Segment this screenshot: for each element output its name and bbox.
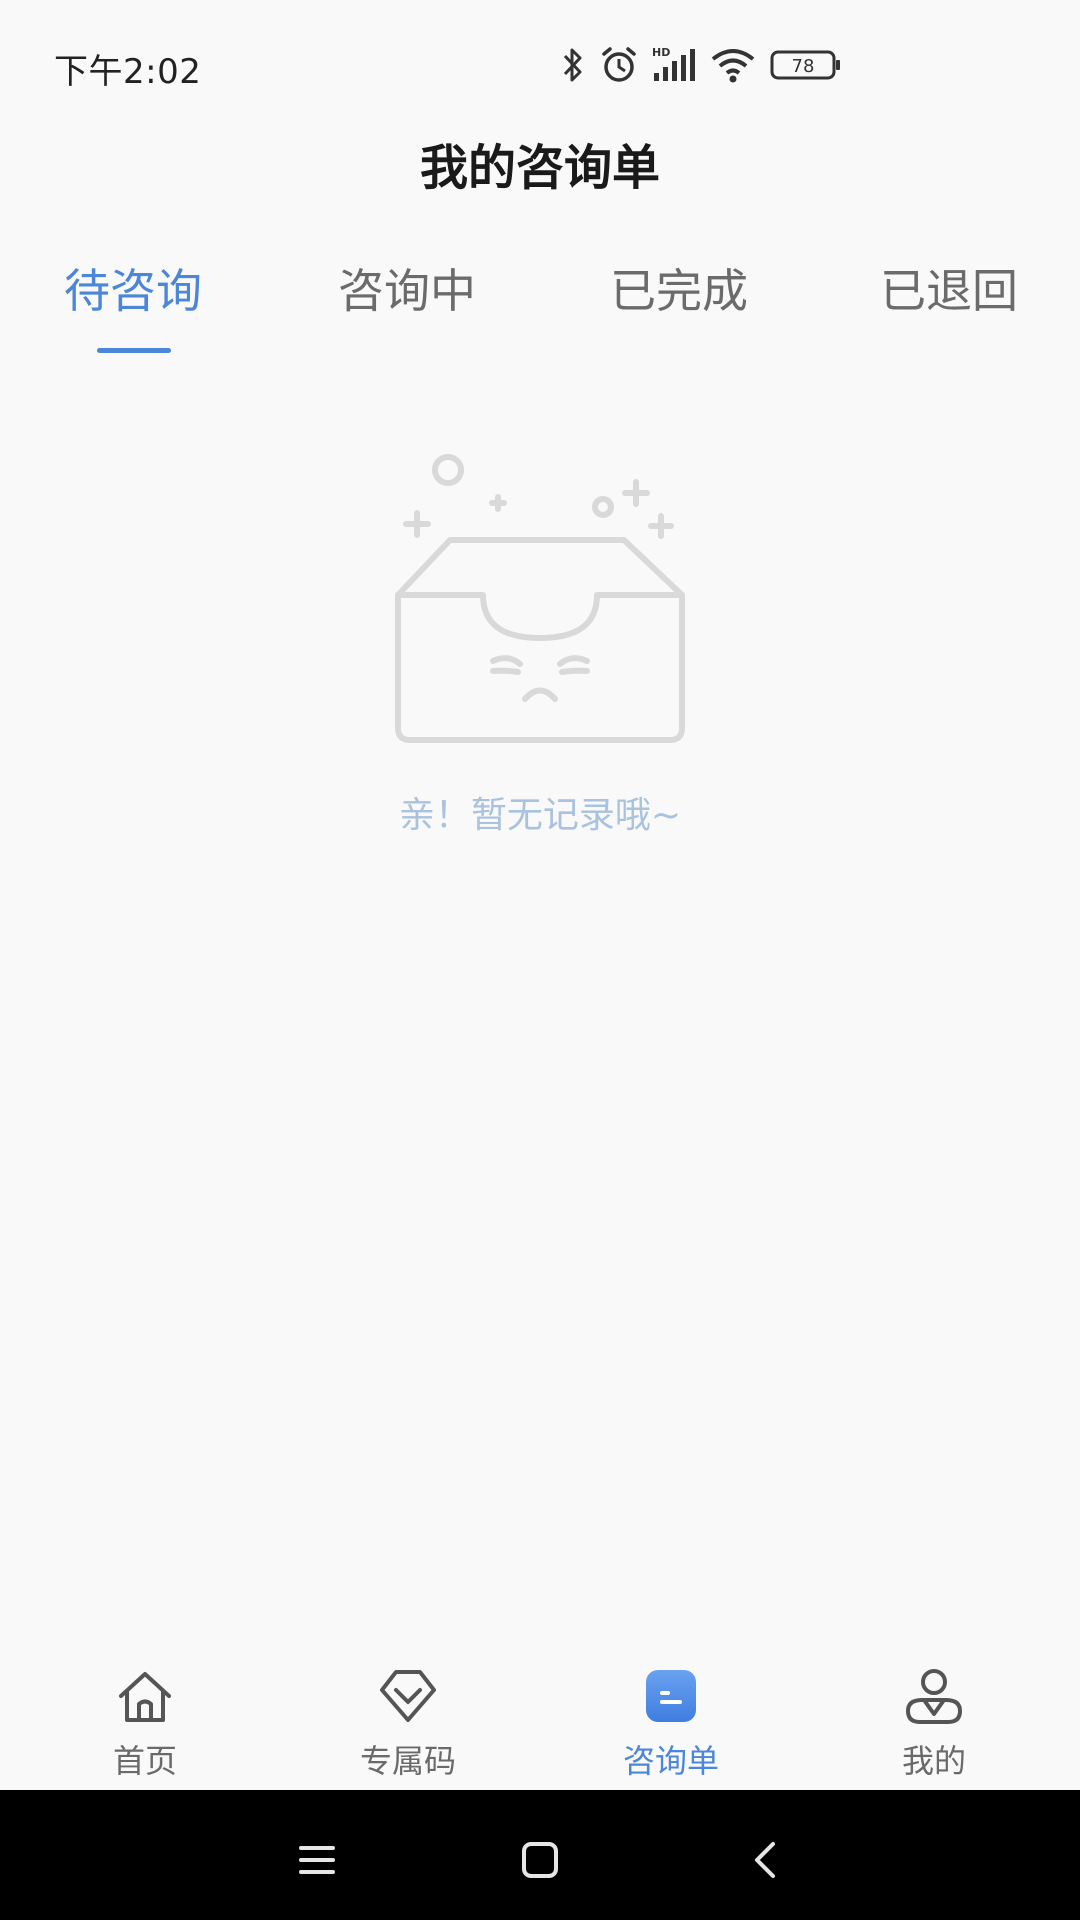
nav-item-consult-list[interactable]: 咨询单 [571, 1664, 771, 1784]
back-icon[interactable] [737, 1830, 797, 1890]
empty-state-message: 亲！暂无记录哦~ [398, 795, 682, 836]
system-nav-bar [0, 1790, 1080, 1920]
status-icons: HD 78 [560, 40, 842, 90]
consult-list-icon [646, 1670, 696, 1722]
nav-item-profile[interactable]: 我的 [834, 1664, 1034, 1784]
empty-box-icon [395, 454, 685, 743]
svg-text:HD: HD [652, 46, 670, 59]
wifi-icon [711, 49, 755, 83]
nav-label-exclusive-code: 专属码 [359, 1742, 456, 1780]
nav-label-profile: 我的 [901, 1742, 966, 1780]
tab-in-progress[interactable]: 咨询中 [338, 255, 476, 321]
battery-icon: 78 [770, 50, 840, 80]
active-tab-indicator [97, 348, 171, 353]
hd-signal-icon: HD [652, 46, 695, 81]
menu-icon[interactable] [287, 1830, 347, 1890]
svg-text:78: 78 [792, 56, 815, 77]
nav-label-consult-list: 咨询单 [622, 1742, 719, 1780]
page-title: 我的咨询单 [419, 140, 660, 196]
bottom-nav: 首页 专属码 咨询单 我的 [0, 1640, 1080, 1790]
home-icon [119, 1672, 171, 1722]
alarm-icon [602, 47, 636, 82]
nav-label-home: 首页 [112, 1742, 177, 1780]
status-bar: 下午2:02 HD 78 [0, 0, 1080, 130]
home-square-icon[interactable] [510, 1830, 570, 1890]
tab-completed[interactable]: 已完成 [610, 255, 748, 321]
status-time: 下午2:02 [54, 52, 202, 92]
bluetooth-icon [563, 48, 582, 82]
tab-returned[interactable]: 已退回 [880, 255, 1018, 321]
tab-pending[interactable]: 待咨询 [64, 255, 202, 321]
nav-item-home[interactable]: 首页 [45, 1664, 245, 1784]
nav-item-exclusive-code[interactable]: 专属码 [308, 1664, 508, 1784]
profile-icon [906, 1669, 962, 1724]
badge-code-icon [380, 1670, 436, 1722]
